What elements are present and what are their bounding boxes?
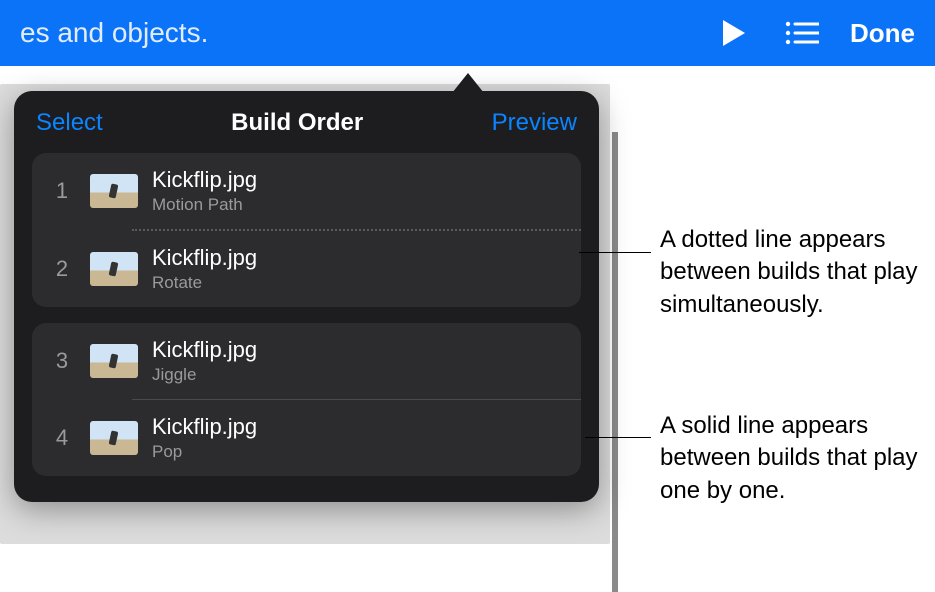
toolbar: es and objects. Done	[0, 0, 935, 66]
build-row[interactable]: 3 Kickflip.jpg Jiggle	[32, 323, 581, 399]
build-title: Kickflip.jpg	[152, 167, 257, 193]
toolbar-right: Done	[714, 13, 915, 53]
build-order-list-icon[interactable]	[782, 13, 822, 53]
build-title: Kickflip.jpg	[152, 414, 257, 440]
build-index: 1	[48, 178, 76, 204]
build-index: 4	[48, 425, 76, 451]
popover-title: Build Order	[231, 109, 363, 137]
thumbnail-icon	[90, 174, 138, 208]
thumbnail-icon	[90, 421, 138, 455]
build-row[interactable]: 2 Kickflip.jpg Rotate	[32, 231, 581, 307]
build-group: 3 Kickflip.jpg Jiggle 4 Kickflip.jpg Pop	[32, 323, 581, 476]
build-text: Kickflip.jpg Rotate	[152, 245, 257, 293]
thumbnail-icon	[90, 344, 138, 378]
thumbnail-icon	[90, 252, 138, 286]
build-row[interactable]: 1 Kickflip.jpg Motion Path	[32, 153, 581, 229]
callout-leader-line	[579, 252, 651, 253]
callout-leader-line	[585, 437, 651, 438]
build-title: Kickflip.jpg	[152, 245, 257, 271]
preview-button[interactable]: Preview	[492, 109, 577, 137]
done-button[interactable]: Done	[850, 18, 915, 49]
callout-dotted: A dotted line appears between builds tha…	[660, 224, 920, 321]
callout-solid: A solid line appears between builds that…	[660, 410, 920, 507]
build-subtitle: Motion Path	[152, 195, 257, 215]
play-icon[interactable]	[714, 13, 754, 53]
build-index: 2	[48, 256, 76, 282]
build-text: Kickflip.jpg Motion Path	[152, 167, 257, 215]
build-order-popover: Select Build Order Preview 1 Kickflip.jp…	[14, 91, 599, 502]
build-text: Kickflip.jpg Pop	[152, 414, 257, 462]
panel-edge	[612, 132, 618, 592]
stage: Select Build Order Preview 1 Kickflip.jp…	[0, 66, 935, 547]
build-subtitle: Rotate	[152, 273, 257, 293]
popover-arrow-icon	[452, 73, 484, 93]
build-row[interactable]: 4 Kickflip.jpg Pop	[32, 400, 581, 476]
toolbar-caption-fragment: es and objects.	[20, 17, 714, 49]
build-subtitle: Pop	[152, 442, 257, 462]
build-index: 3	[48, 348, 76, 374]
popover-body: Select Build Order Preview 1 Kickflip.jp…	[14, 91, 599, 502]
select-button[interactable]: Select	[36, 109, 103, 137]
build-text: Kickflip.jpg Jiggle	[152, 337, 257, 385]
build-subtitle: Jiggle	[152, 365, 257, 385]
popover-header: Select Build Order Preview	[32, 109, 581, 137]
build-title: Kickflip.jpg	[152, 337, 257, 363]
build-group: 1 Kickflip.jpg Motion Path 2 Kickflip.jp…	[32, 153, 581, 307]
